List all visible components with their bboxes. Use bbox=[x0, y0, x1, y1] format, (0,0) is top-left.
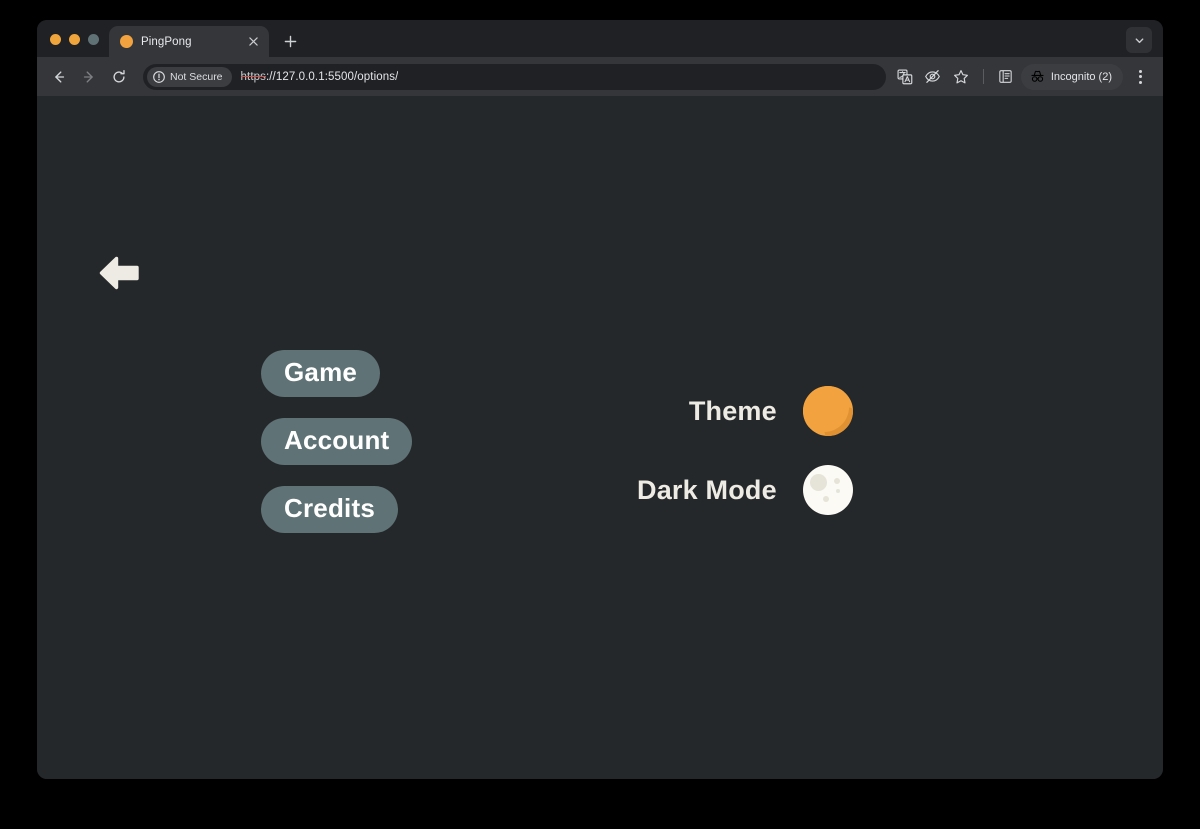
moon-crater-icon bbox=[822, 496, 829, 502]
incognito-indicator[interactable]: Incognito (2) bbox=[1020, 63, 1123, 90]
tab-strip: PingPong bbox=[37, 20, 1163, 57]
reading-list-icon[interactable] bbox=[993, 64, 1019, 90]
url-scheme: https bbox=[240, 70, 266, 83]
toolbar-divider bbox=[982, 69, 984, 84]
site-security-chip[interactable]: Not Secure bbox=[147, 66, 232, 87]
moon-crater-icon bbox=[809, 474, 827, 491]
settings-list: Theme Dark Mode bbox=[637, 386, 853, 515]
eye-slash-icon[interactable] bbox=[920, 64, 946, 90]
reload-button[interactable] bbox=[105, 63, 133, 91]
three-dot-menu-icon[interactable] bbox=[1128, 64, 1152, 90]
moon-crater-icon bbox=[835, 489, 840, 493]
menu-button-account[interactable]: Account bbox=[261, 418, 413, 466]
url-text: https://127.0.0.1:5500/options/ bbox=[241, 71, 399, 83]
dark-mode-moon-toggle[interactable] bbox=[802, 465, 853, 515]
browser-toolbar: Not Secure https://127.0.0.1:5500/option… bbox=[37, 57, 1163, 96]
url-rest: ://127.0.0.1:5500/options/ bbox=[265, 70, 399, 83]
address-bar[interactable]: Not Secure https://127.0.0.1:5500/option… bbox=[143, 63, 886, 90]
translate-icon[interactable] bbox=[892, 64, 918, 90]
window-maximize-button[interactable] bbox=[88, 34, 99, 45]
options-menu-list: Game Account Credits bbox=[261, 350, 413, 534]
back-button[interactable] bbox=[45, 63, 73, 91]
moon-crater-icon bbox=[833, 478, 840, 484]
tab-favicon-icon bbox=[120, 35, 133, 48]
tab-search-chevron-down-icon[interactable] bbox=[1126, 27, 1152, 53]
menu-button-game[interactable]: Game bbox=[261, 350, 381, 398]
browser-window: PingPong Not Secure https://127.0.0.1:55… bbox=[37, 20, 1163, 779]
new-tab-button[interactable] bbox=[277, 28, 303, 54]
not-secure-icon bbox=[153, 70, 165, 83]
menu-button-credits[interactable]: Credits bbox=[261, 486, 398, 534]
tab-title: PingPong bbox=[141, 35, 192, 48]
window-close-button[interactable] bbox=[50, 34, 61, 45]
incognito-icon bbox=[1031, 70, 1044, 82]
toolbar-right-actions: Incognito (2) bbox=[892, 63, 1152, 90]
page-back-arrow-icon[interactable] bbox=[90, 249, 148, 297]
star-icon[interactable] bbox=[948, 64, 974, 90]
site-security-label: Not Secure bbox=[170, 70, 223, 83]
window-traffic-lights bbox=[37, 34, 109, 57]
theme-color-swatch[interactable] bbox=[802, 386, 853, 436]
theme-label: Theme bbox=[688, 395, 777, 426]
incognito-label: Incognito (2) bbox=[1050, 70, 1112, 83]
setting-row-dark-mode: Dark Mode bbox=[637, 465, 853, 515]
window-minimize-button[interactable] bbox=[69, 34, 80, 45]
tab-close-icon[interactable] bbox=[245, 34, 261, 50]
setting-row-theme: Theme bbox=[689, 386, 853, 436]
page-viewport: Game Account Credits Theme Dark Mode bbox=[37, 96, 1163, 779]
dark-mode-label: Dark Mode bbox=[637, 474, 777, 505]
browser-tab[interactable]: PingPong bbox=[109, 26, 269, 57]
forward-button[interactable] bbox=[75, 63, 103, 91]
